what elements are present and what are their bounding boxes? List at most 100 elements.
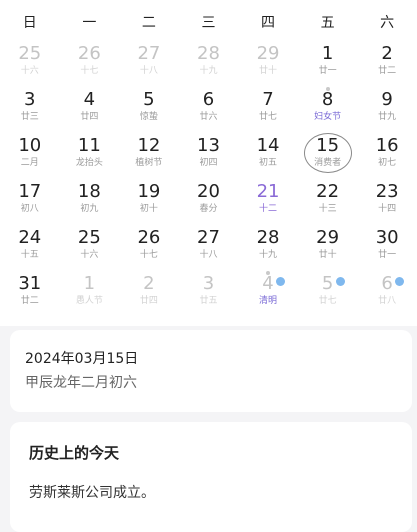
calendar-day[interactable]: 18 初九 [60,178,120,224]
day-number: 31 [18,273,42,294]
weekday-label: 三 [201,15,216,31]
calendar-day[interactable]: 4 清明 [238,270,298,316]
lunar-label: 愚人节 [75,296,103,306]
calendar-day[interactable]: 28 十九 [179,40,239,86]
lunar-label: 廿七 [259,112,278,122]
weekday-label: 二 [141,15,156,31]
day-number: 14 [256,135,280,156]
lunar-label: 廿四 [139,296,158,306]
day-number: 18 [77,181,101,202]
lunar-label: 初七 [378,158,397,168]
weekday-label: 四 [261,15,276,31]
day-number: 2 [143,273,155,294]
calendar-day[interactable]: 6 廿八 [357,270,417,316]
day-number: 24 [18,227,42,248]
day-number: 19 [137,181,161,202]
calendar-day[interactable]: 31 廿二 [0,270,60,316]
lunar-label: 十六 [80,250,99,260]
lunar-label: 春分 [199,204,218,214]
calendar-day[interactable]: 7 廿七 [238,86,298,132]
calendar-day[interactable]: 25 十六 [60,224,120,270]
calendar-day[interactable]: 4 廿四 [60,86,120,132]
selected-date-card: 2024年03月15日 甲辰龙年二月初六 [10,330,412,412]
lunar-label: 二月 [20,158,39,168]
calendar-day[interactable]: 2 廿四 [119,270,179,316]
calendar-day[interactable]: 29 廿十 [298,224,358,270]
lunar-label: 廿二 [20,296,39,306]
calendar-day[interactable]: 25 十六 [0,40,60,86]
calendar-day[interactable]: 2 廿二 [357,40,417,86]
calendar-day[interactable]: 10 二月 [0,132,60,178]
lunar-label: 初五 [259,158,278,168]
calendar-day[interactable]: 20 春分 [179,178,239,224]
calendar-day[interactable]: 6 廿六 [179,86,239,132]
weekday-label: 六 [380,15,395,31]
lunar-label: 惊蛰 [139,112,158,122]
calendar-day-selected[interactable]: 15 消费者 [298,132,358,178]
day-number: 27 [197,227,220,248]
day-number: 12 [137,135,161,156]
calendar-day[interactable]: 27 十八 [119,40,179,86]
calendar-day[interactable]: 22 十三 [298,178,358,224]
lunar-label: 妇女节 [314,112,342,122]
lunar-label: 廿十 [318,250,337,260]
day-number: 5 [321,273,334,294]
calendar-day[interactable]: 12 植树节 [119,132,179,178]
day-number: 13 [197,135,220,156]
calendar-day[interactable]: 28 十九 [238,224,298,270]
calendar-day[interactable]: 3 廿五 [179,270,239,316]
calendar-day[interactable]: 14 初五 [238,132,298,178]
calendar-month-view: 日一二三四五六 25 十六 26 十七 27 十八 28 十九 29 廿十 1 廿一 2 廿二 3 廿三 4 廿四… [0,0,417,326]
day-number: 11 [77,135,101,156]
lunar-label: 初九 [80,204,99,214]
calendar-day[interactable]: 5 惊蛰 [119,86,179,132]
day-number: 3 [202,273,215,294]
lunar-label: 廿三 [20,112,39,122]
history-event[interactable]: 劳斯莱斯公司成立。 [29,482,155,502]
calendar-day[interactable]: 17 初八 [0,178,60,224]
calendar-day[interactable]: 23 十四 [357,178,417,224]
calendar-day[interactable]: 26 十七 [119,224,179,270]
weekday-label: 一 [82,15,97,31]
day-number: 28 [256,227,280,248]
day-number: 1 [83,273,96,294]
day-number: 17 [18,181,42,202]
lunar-label: 廿八 [378,296,397,306]
calendar-day[interactable]: 5 廿七 [298,270,358,316]
day-number: 3 [24,89,36,110]
calendar-day[interactable]: 19 初十 [119,178,179,224]
lunar-label: 廿一 [318,66,337,76]
calendar-day[interactable]: 8 妇女节 [298,86,358,132]
calendar-day[interactable]: 26 十七 [60,40,120,86]
marker-dot-icon [325,87,330,91]
calendar-day[interactable]: 16 初七 [357,132,417,178]
calendar-day[interactable]: 24 十五 [0,224,60,270]
day-number: 29 [316,227,340,248]
calendar-day[interactable]: 9 廿九 [357,86,417,132]
day-number: 6 [381,273,393,294]
calendar-day[interactable]: 29 廿十 [238,40,298,86]
calendar-day[interactable]: 27 十八 [179,224,239,270]
day-number: 7 [262,89,274,110]
calendar-day[interactable]: 11 龙抬头 [60,132,120,178]
day-number: 20 [197,181,220,202]
calendar-day[interactable]: 30 廿一 [357,224,417,270]
day-number: 2 [381,43,393,64]
lunar-label: 廿九 [378,112,397,122]
lunar-label: 十二 [259,204,278,214]
calendar-day[interactable]: 1 愚人节 [60,270,120,316]
day-number: 28 [197,43,220,64]
day-number: 1 [321,43,334,64]
day-number: 27 [137,43,161,64]
lunar-label: 廿一 [378,250,397,260]
lunar-label: 十三 [318,204,337,214]
calendar-day[interactable]: 13 初四 [179,132,239,178]
calendar-day-today[interactable]: 21 十二 [238,178,298,224]
history-today-card: 历史上的今天 劳斯莱斯公司成立。 [10,422,412,532]
lunar-label: 十六 [20,66,39,76]
calendar-day[interactable]: 3 廿三 [0,86,60,132]
calendar-day[interactable]: 1 廿一 [298,40,358,86]
lunar-label: 十七 [80,66,99,76]
lunar-label: 廿十 [259,66,278,76]
lunar-label: 廿七 [318,296,337,306]
